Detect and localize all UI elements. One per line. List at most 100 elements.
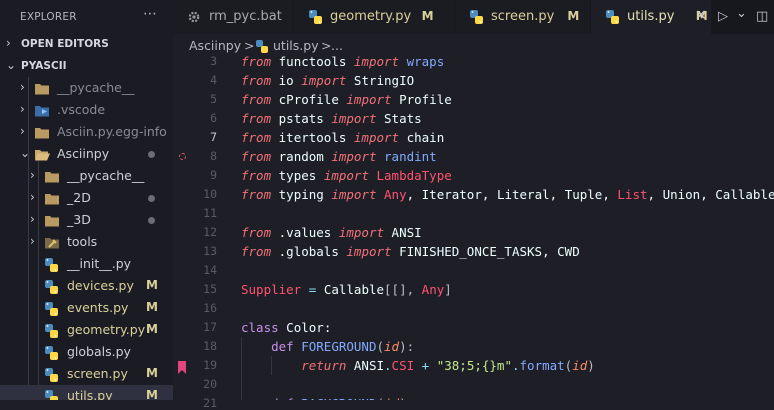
code-token: from <box>241 130 272 145</box>
close-icon[interactable]: × <box>695 7 707 23</box>
code-token: import <box>301 73 347 88</box>
open-editors-section[interactable]: › OPEN EDITORS <box>0 35 173 55</box>
chevron-right-icon: › <box>6 36 11 50</box>
code-token: randint <box>384 149 437 164</box>
code-token: Iterator <box>421 187 482 202</box>
split-editor-icon[interactable]: ◫ <box>756 9 768 24</box>
tree-item-2d[interactable]: › _2D <box>0 187 173 209</box>
code-line[interactable]: from .values import ANSI <box>241 223 422 242</box>
breadcrumb-symbols[interactable]: ... <box>331 38 343 53</box>
python-file-icon <box>605 10 621 24</box>
code-line[interactable]: from functools import wraps <box>241 52 444 71</box>
tree-item-pycache[interactable]: › __pycache__ <box>0 165 173 187</box>
code-token: id <box>384 339 400 354</box>
bookmark-icon[interactable] <box>178 359 186 374</box>
run-more-chevron-icon[interactable]: ⌄ <box>736 6 747 21</box>
line-number: 16 <box>203 301 217 315</box>
tree-item-label: events.py <box>67 300 129 315</box>
tree-item-asciin-py-egg-info[interactable]: › Asciin.py.egg-info <box>0 121 173 143</box>
code-token: from <box>241 187 272 202</box>
tree-item-3d[interactable]: › _3D <box>0 209 173 231</box>
code-line[interactable]: from types import LambdaType <box>241 166 452 185</box>
line-number: 18 <box>203 339 217 353</box>
tree-item-screen-py[interactable]: screen.py M <box>0 363 173 385</box>
chevron-right-icon: › <box>30 212 35 226</box>
tree-item-geometry-py[interactable]: geometry.py M <box>0 319 173 341</box>
code-line[interactable]: def BACKGROUND(id): <box>241 394 414 400</box>
chevron-right-icon: › <box>20 124 25 138</box>
project-section[interactable]: ⌄ PYASCII <box>0 57 173 77</box>
line-number: 11 <box>203 206 217 220</box>
code-token: ) <box>587 358 595 373</box>
breakpoint-icon[interactable] <box>179 153 186 160</box>
code-token: ] <box>444 282 452 297</box>
code-token: import <box>353 130 400 145</box>
run-icon[interactable]: ▷ <box>718 9 728 24</box>
code-line[interactable]: from pstats import Stats <box>241 109 422 128</box>
tree-item-asciinpy[interactable]: ⌄ Asciinpy <box>0 143 173 165</box>
code-line[interactable]: from typing import Any, Iterator, Litera… <box>241 185 774 204</box>
folder-open-icon <box>34 148 50 161</box>
code-token: def <box>271 339 294 354</box>
code-line[interactable]: from itertools import chain <box>241 128 444 147</box>
tree-item-events-py[interactable]: events.py M <box>0 297 173 319</box>
tab-rm-pyc-bat[interactable]: rm_pyc.bat <box>173 0 293 34</box>
code-line[interactable]: Supplier = Callable[[], Any] <box>241 280 452 299</box>
folder-icon <box>34 82 50 95</box>
modified-indicator: M <box>421 9 434 23</box>
chevron-right-icon: › <box>30 190 35 204</box>
code-token: from <box>241 73 272 88</box>
code-line[interactable]: def FOREGROUND(id): <box>241 337 414 356</box>
tree-item-pycache[interactable]: › __pycache__ <box>0 77 173 99</box>
ellipsis-icon[interactable]: ⋯ <box>143 6 157 22</box>
tree-item-label: Asciin.py.egg-info <box>57 124 167 139</box>
code-token: ANSI <box>391 225 422 240</box>
breadcrumb-folder[interactable]: Asciinpy <box>189 38 241 53</box>
git-changes-dot <box>148 195 155 202</box>
code-token: Profile <box>399 92 452 107</box>
code-line[interactable]: from random import randint <box>241 147 437 166</box>
code-line[interactable]: return ANSI.CSI + "38;5;{}m".format(id) <box>241 356 595 375</box>
code-token: import <box>331 187 377 202</box>
git-changes-dot <box>148 151 155 158</box>
code-line[interactable]: from .globals import FINISHED_ONCE_TASKS… <box>241 242 580 261</box>
tab-screen-py[interactable]: screen.py M <box>455 0 590 34</box>
code-token: Callable <box>715 187 774 202</box>
tree-item-label: __pycache__ <box>67 168 145 183</box>
tree-item-tools[interactable]: › tools <box>0 231 173 253</box>
tree-item-init-py[interactable]: __init__.py <box>0 253 173 275</box>
code-token: "38;5;{}m" <box>436 358 512 373</box>
line-number: 21 <box>203 396 217 410</box>
tab-utils-py[interactable]: utils.py M × <box>591 0 711 34</box>
code-line[interactable]: from io import StringIO <box>241 71 414 90</box>
code-token: Any <box>384 187 407 202</box>
code-token: FOREGROUND <box>301 339 377 354</box>
breadcrumb-file[interactable]: utils.py <box>273 38 319 53</box>
tree-item-utils-py[interactable]: utils.py M <box>0 385 173 400</box>
tree-item-globals-py[interactable]: globals.py <box>0 341 173 363</box>
code-line[interactable]: class Color: <box>241 318 331 337</box>
folder-icon <box>44 170 60 183</box>
tab-geometry-py[interactable]: geometry.py M <box>294 0 454 34</box>
code-editor[interactable]: from functools import wraps from io impor… <box>241 52 774 400</box>
line-number: 20 <box>203 377 217 391</box>
python-file-icon <box>469 10 485 24</box>
tree-item-devices-py[interactable]: devices.py M <box>0 275 173 297</box>
code-line[interactable]: from cProfile import Profile <box>241 90 452 109</box>
code-token: itertools <box>278 130 347 145</box>
tree-item-vscode[interactable]: › .vscode <box>0 99 173 121</box>
code-token: Supplier <box>241 282 302 297</box>
